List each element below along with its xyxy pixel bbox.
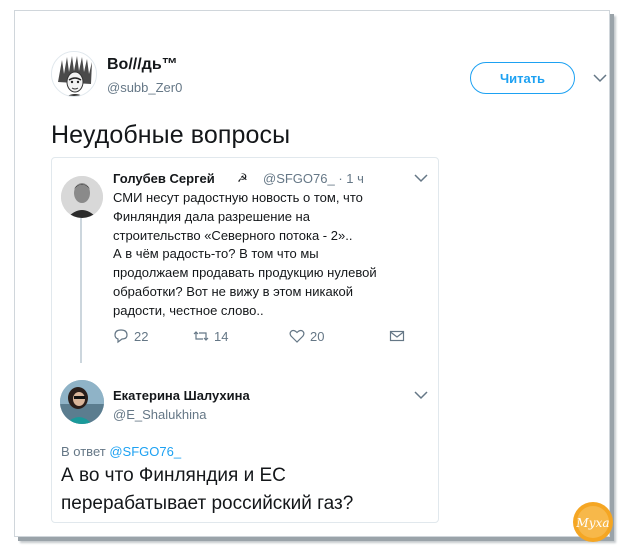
quoted-text-line: А в чём радость-то? В том что мы [113,246,319,262]
reply-text: А во что Финляндия и ЕС перерабатывает р… [61,462,431,518]
reply-author-handle[interactable]: @E_Shalukhina [113,407,206,422]
retweet-count: 14 [214,328,229,344]
tweet-card: Bo///дь™ @subb_Zer0 Читать Неудобные воп… [14,10,613,542]
reply-to-link[interactable]: @SFGO76_ [109,444,181,459]
quoted-text-line: радости, честное слово.. [113,302,264,318]
heart-icon [289,329,305,343]
like-action[interactable]: 20 [289,328,324,344]
reply-text-line: А во что Финляндия и ЕС [61,465,286,486]
muha-logo: Муха [573,502,613,542]
thread-connector-line [80,213,82,363]
author-avatar[interactable] [51,51,97,97]
reply-icon [114,329,128,344]
quoted-time[interactable]: · 1 ч [338,171,364,186]
author-handle[interactable]: @subb_Zer0 [107,80,182,95]
reply-author-name[interactable]: Екатерина Шалухина [113,388,250,403]
hammer-sickle-icon: ☭ [237,171,248,185]
message-action[interactable] [389,328,405,344]
like-count: 20 [310,328,325,344]
chevron-down-icon[interactable] [414,390,428,400]
quoted-actions: 22 14 20 [113,328,433,348]
quoted-meta: @SFGO76_ · 1 ч [263,171,364,186]
quoted-text-line: продолжаем продавать продукцию нулевой [113,265,377,281]
quoted-author-name[interactable]: Голубев Сергей [113,171,215,186]
chevron-down-icon[interactable] [414,173,428,183]
svg-text:Муха: Муха [575,516,609,530]
envelope-icon [389,330,405,342]
reply-prefix: В ответ [61,444,106,459]
quoted-text-line: Финляндия дала разрешение на [113,208,310,224]
reply-text-line: перерабатывает российский газ? [61,493,354,514]
chevron-down-icon[interactable] [593,73,607,83]
tweet-text: Неудобные вопросы [51,121,291,149]
quoted-text-line: обработки? Вот не вижу в этом никакой [113,283,354,299]
quoted-text-line: строительство «Северного потока - 2».. [113,227,353,243]
reply-context: В ответ @SFGO76_ [61,444,181,459]
reply-count: 22 [134,328,149,344]
quoted-avatar[interactable] [61,176,103,218]
retweet-icon [193,331,209,341]
author-display-name[interactable]: Bo///дь™ [107,56,178,74]
reply-avatar[interactable] [60,380,104,424]
quoted-text-line: СМИ несут радостную новость о том, что [113,190,363,205]
reply-action[interactable]: 22 [113,328,148,344]
retweet-action[interactable]: 14 [193,328,228,344]
quoted-text: СМИ несут радостную новость о том, что Ф… [113,189,423,321]
quoted-handle[interactable]: @SFGO76_ [263,171,335,186]
conversation-thread: Голубев Сергей ☭ @SFGO76_ · 1 ч СМИ несу… [51,157,439,523]
follow-button[interactable]: Читать [470,62,575,94]
